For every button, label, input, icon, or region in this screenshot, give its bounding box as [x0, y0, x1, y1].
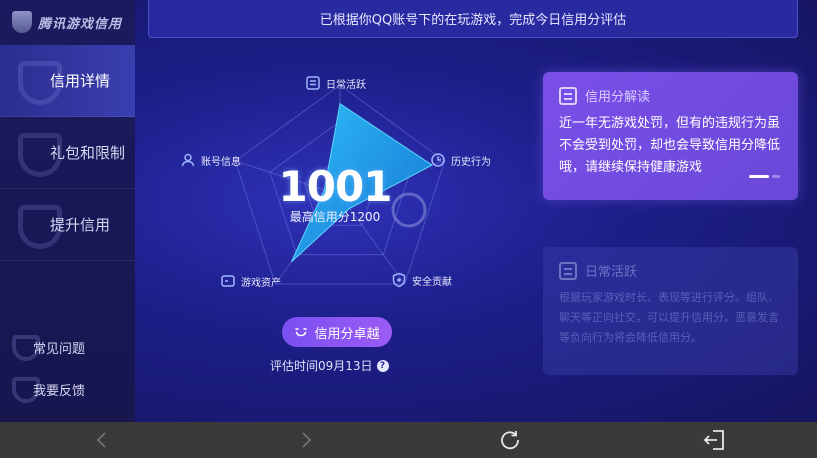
credit-score: 1001 [278, 162, 393, 211]
feedback-label: 我要反馈 [33, 383, 86, 399]
daily-activity-card[interactable]: 日常活跃 根据玩家游戏时长、表现等进行评分。组队、聊天等正向社交，可以提升信用分… [543, 247, 798, 375]
forward-button[interactable] [276, 422, 336, 458]
credit-interpretation-card[interactable]: 信用分解读 近一年无游戏处罚，但有的违规行为虽不会受到处罚，却也会导致信用分降低… [543, 72, 798, 200]
app-logo: 腾讯游戏信用 [12, 10, 122, 34]
card-pager [749, 175, 780, 178]
sidebar-item-credit-details[interactable]: 信用详情 [0, 45, 135, 117]
refresh-icon [501, 431, 519, 450]
axis-account-info: 账号信息 [180, 152, 241, 168]
smile-icon [295, 328, 308, 337]
banner-text: 已根据你QQ账号下的在玩游戏，完成今日信用分评估 [319, 13, 627, 28]
pager-dot-active [749, 175, 769, 178]
sidebar-item-label: 礼包和限制 [50, 144, 126, 162]
faq-link[interactable]: 常见问题 [0, 327, 135, 367]
exit-button[interactable] [684, 422, 744, 458]
axis-label-text: 账号信息 [201, 156, 241, 168]
axis-game-assets: 游戏资产 [220, 273, 281, 289]
forward-icon [302, 432, 312, 448]
sidebar-item-improve-credit[interactable]: 提升信用 [0, 189, 135, 261]
doc-icon [559, 86, 577, 105]
sidebar: 腾讯游戏信用 信用详情 礼包和限制 提升信用 常见问题 我要反馈 [0, 0, 135, 422]
sidebar-item-label: 信用详情 [50, 72, 111, 90]
faq-label: 常见问题 [33, 341, 86, 357]
feedback-link[interactable]: 我要反馈 [0, 369, 135, 409]
user-icon [181, 153, 195, 167]
logo-shield-icon [12, 11, 32, 33]
axis-label-text: 游戏资产 [241, 277, 281, 289]
card-title: 日常活跃 [585, 265, 638, 280]
doc-icon [306, 76, 320, 90]
max-score-label: 最高信用分1200 [289, 210, 381, 224]
evaluation-banner: 已根据你QQ账号下的在玩游戏，完成今日信用分评估 [148, 0, 798, 38]
axis-label-text: 历史行为 [451, 156, 491, 168]
axis-label-text: 日常活跃 [326, 79, 366, 91]
credit-level-badge[interactable]: 信用分卓越 [282, 317, 392, 347]
axis-security: 安全贡献 [391, 272, 452, 288]
logo-text: 腾讯游戏信用 [38, 16, 123, 32]
axis-history: 历史行为 [430, 152, 491, 168]
axis-daily-activity: 日常活跃 [305, 75, 366, 91]
card-header: 日常活跃 [559, 261, 782, 280]
refresh-button[interactable] [480, 422, 540, 458]
shield-icon [392, 272, 406, 288]
exit-icon [703, 430, 724, 450]
help-icon[interactable]: ? [376, 359, 389, 372]
clock-icon [431, 153, 445, 167]
system-nav-bar [0, 422, 817, 458]
card-body: 近一年无游戏处罚，但有的违规行为虽不会受到处罚，却也会导致信用分降低哦，请继续保… [559, 116, 781, 175]
axis-label-text: 安全贡献 [412, 276, 452, 288]
back-button[interactable] [72, 422, 132, 458]
evaluation-time: 评估时间09月13日 ? [270, 357, 410, 374]
card-title: 信用分解读 [585, 90, 651, 105]
evaluation-time-text: 评估时间09月13日 [270, 359, 373, 373]
doc-icon [559, 261, 577, 280]
card-body: 根据玩家游戏时长、表现等进行评分。组队、聊天等正向社交，可以提升信用分。恶意发言… [559, 291, 779, 344]
sidebar-item-label: 提升信用 [50, 216, 111, 234]
back-icon [96, 432, 106, 448]
card-header: 信用分解读 [559, 86, 782, 105]
sidebar-item-gifts-limits[interactable]: 礼包和限制 [0, 117, 135, 189]
pager-dot [772, 175, 780, 178]
asset-icon [221, 275, 235, 287]
credit-level-label: 信用分卓越 [314, 326, 380, 342]
